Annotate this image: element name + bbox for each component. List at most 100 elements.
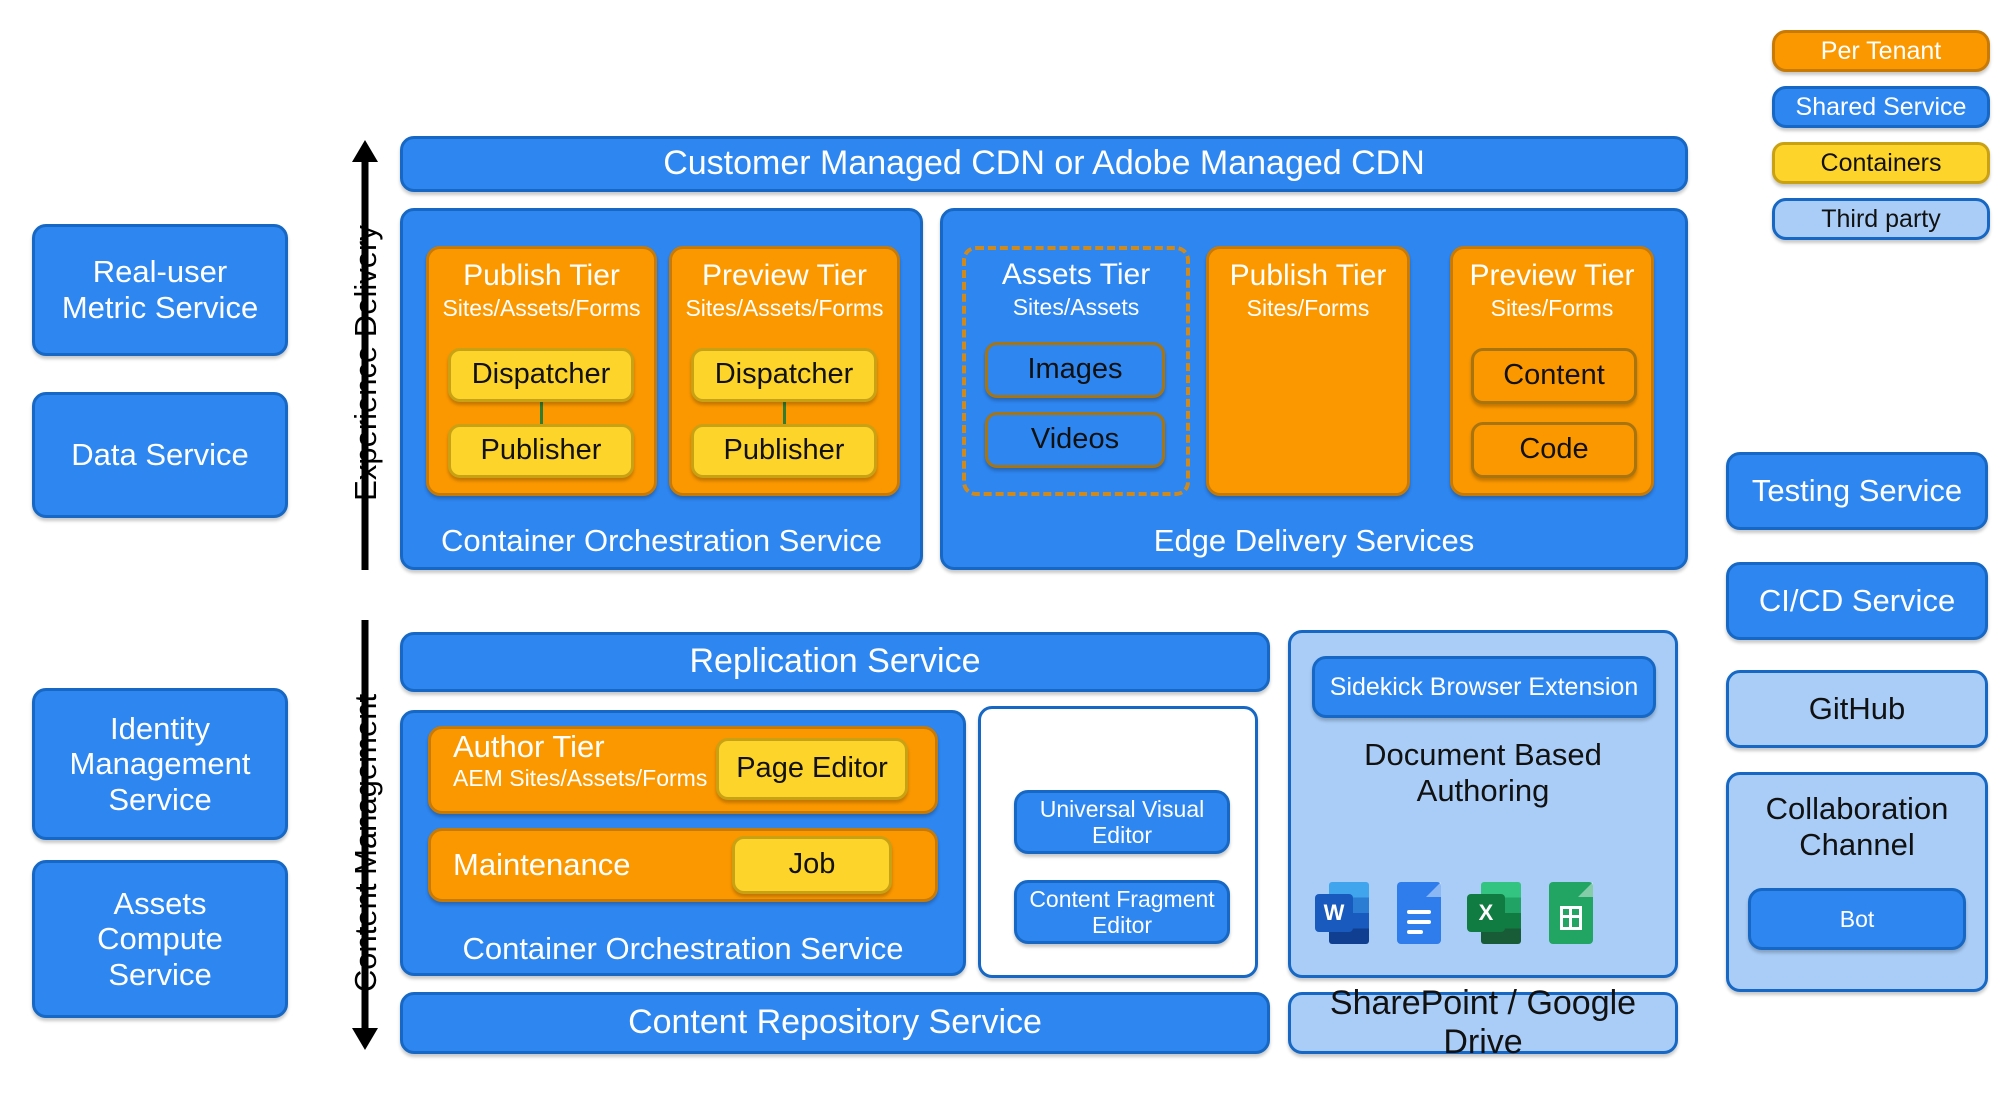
docs-line: [1407, 920, 1431, 924]
service-identity-management[interactable]: Identity Management Service: [32, 688, 288, 840]
component-code[interactable]: Code: [1471, 422, 1637, 478]
author-tier-subtitle: AEM Sites/Assets/Forms: [453, 764, 708, 791]
component-content[interactable]: Content: [1471, 348, 1637, 404]
component-sidekick-browser-extension[interactable]: Sidekick Browser Extension: [1312, 656, 1656, 718]
tier-subtitle: Sites/Forms: [1246, 294, 1370, 321]
service-label-line2: Compute: [97, 921, 223, 957]
service-github[interactable]: GitHub: [1726, 670, 1988, 748]
docs-page: [1397, 882, 1441, 944]
service-label-line1: Identity: [110, 710, 210, 746]
service-cicd[interactable]: CI/CD Service: [1726, 562, 1988, 640]
component-content-fragment-editor[interactable]: Content Fragment Editor: [1014, 880, 1230, 944]
component-label: Dispatcher: [714, 358, 854, 391]
docs-fold: [1426, 882, 1441, 897]
sidekick-label: Sidekick Browser Extension: [1329, 672, 1639, 701]
docs-line: [1407, 930, 1423, 934]
component-publisher-preview[interactable]: Publisher: [691, 424, 877, 478]
service-label-line1: Real-user: [92, 254, 228, 290]
replication-service-bar[interactable]: Replication Service: [400, 632, 1270, 692]
dba-title-line2: Authoring: [1416, 772, 1550, 808]
storage-sharepoint-google-drive[interactable]: SharePoint / Google Drive: [1288, 984, 1678, 1061]
component-label: Content: [1503, 359, 1605, 392]
maintenance-title: Maintenance: [453, 847, 631, 883]
service-data[interactable]: Data Service: [32, 392, 288, 518]
service-label-line2: Management: [69, 746, 251, 782]
component-label: Publisher: [480, 434, 602, 467]
component-dispatcher-preview[interactable]: Dispatcher: [691, 348, 877, 402]
service-label-line3: Service: [108, 781, 212, 817]
legend-label: Shared Service: [1795, 92, 1967, 121]
container-orchestration-footer: Container Orchestration Service: [440, 523, 883, 559]
component-page-editor[interactable]: Page Editor: [716, 738, 908, 800]
editor-label-line2: Editor: [1091, 822, 1153, 848]
component-label: Publisher: [723, 434, 845, 467]
axis-label-content-management: Content Management: [348, 693, 383, 993]
excel-letter: X: [1467, 894, 1505, 932]
arrow-head-up-icon: [352, 140, 378, 162]
component-label: Page Editor: [736, 752, 888, 785]
tier-title: Assets Tier: [1001, 258, 1151, 291]
service-label: Testing Service: [1751, 473, 1963, 509]
authoring-app-icons: W X: [1315, 882, 1597, 944]
component-dispatcher-publish[interactable]: Dispatcher: [448, 348, 634, 402]
collaboration-bot[interactable]: Bot: [1748, 888, 1966, 950]
legend-item-per-tenant: Per Tenant: [1772, 30, 1990, 72]
service-label: CI/CD Service: [1758, 583, 1956, 619]
dba-title-line1: Document Based: [1364, 737, 1602, 772]
bot-label: Bot: [1839, 905, 1875, 932]
component-publisher-publish[interactable]: Publisher: [448, 424, 634, 478]
edge-delivery-footer: Edge Delivery Services: [1153, 523, 1475, 559]
container-orchestration-footer: Container Orchestration Service: [462, 931, 904, 967]
service-label-line1: Assets: [113, 885, 207, 921]
replication-service-label: Replication Service: [689, 642, 981, 681]
component-label: Videos: [1030, 423, 1120, 456]
editor-label-line1: Universal Visual: [1039, 795, 1205, 822]
tier-title: Preview Tier: [1469, 259, 1635, 292]
service-label: Data Service: [71, 437, 249, 473]
editor-label-line1: Content Fragment: [1029, 885, 1215, 912]
architecture-diagram: Per Tenant Shared Service Containers Thi…: [0, 0, 2000, 1119]
legend-item-containers: Containers: [1772, 142, 1990, 184]
word-letter: W: [1315, 894, 1353, 932]
google-docs-icon: [1391, 882, 1445, 944]
sheets-fold: [1578, 882, 1593, 897]
editor-label-line2: Editor: [1091, 912, 1153, 938]
tier-title: Publish Tier: [1229, 259, 1387, 292]
service-testing[interactable]: Testing Service: [1726, 452, 1988, 530]
google-sheets-icon: [1543, 882, 1597, 944]
cdn-label: Customer Managed CDN or Adobe Managed CD…: [663, 144, 1425, 183]
component-label: Job: [788, 848, 836, 881]
service-assets-compute[interactable]: Assets Compute Service: [32, 860, 288, 1018]
cdn-bar[interactable]: Customer Managed CDN or Adobe Managed CD…: [400, 136, 1688, 192]
component-label: Images: [1027, 353, 1123, 386]
sheets-grid: [1560, 906, 1582, 930]
legend-label: Containers: [1820, 148, 1942, 177]
docs-line: [1407, 910, 1431, 914]
legend-label: Third party: [1821, 204, 1941, 233]
content-repository-service-bar[interactable]: Content Repository Service: [400, 992, 1270, 1054]
tier-publish-edge[interactable]: Publish Tier Sites/Forms: [1206, 246, 1410, 496]
tier-title: Publish Tier: [463, 259, 620, 292]
legend-label: Per Tenant: [1820, 36, 1942, 65]
legend-item-shared-service: Shared Service: [1772, 86, 1990, 128]
tier-subtitle: Sites/Assets: [1012, 293, 1140, 320]
collaboration-channel[interactable]: Collaboration Channel: [1726, 772, 1988, 992]
content-repository-label: Content Repository Service: [628, 1003, 1042, 1042]
component-job[interactable]: Job: [732, 836, 892, 894]
tier-subtitle: Sites/Forms: [1490, 294, 1614, 321]
service-label-line2: Metric Service: [61, 290, 259, 325]
tier-title: Preview Tier: [701, 259, 868, 292]
component-label: Dispatcher: [471, 358, 611, 391]
component-label: Code: [1519, 433, 1589, 466]
tier-subtitle: Sites/Assets/Forms: [685, 294, 884, 321]
microsoft-excel-icon: X: [1467, 882, 1521, 944]
storage-label: SharePoint / Google Drive: [1329, 983, 1637, 1061]
collaboration-title-line1: Collaboration: [1765, 791, 1949, 826]
component-universal-visual-editor[interactable]: Universal Visual Editor: [1014, 790, 1230, 854]
component-videos[interactable]: Videos: [985, 412, 1165, 468]
author-tier-title: Author Tier: [453, 729, 605, 764]
component-images[interactable]: Images: [985, 342, 1165, 398]
axis-label-experience-delivery: Experience Delivery: [348, 225, 383, 501]
microsoft-word-icon: W: [1315, 882, 1369, 944]
service-real-user-metric[interactable]: Real-user Metric Service: [32, 224, 288, 356]
